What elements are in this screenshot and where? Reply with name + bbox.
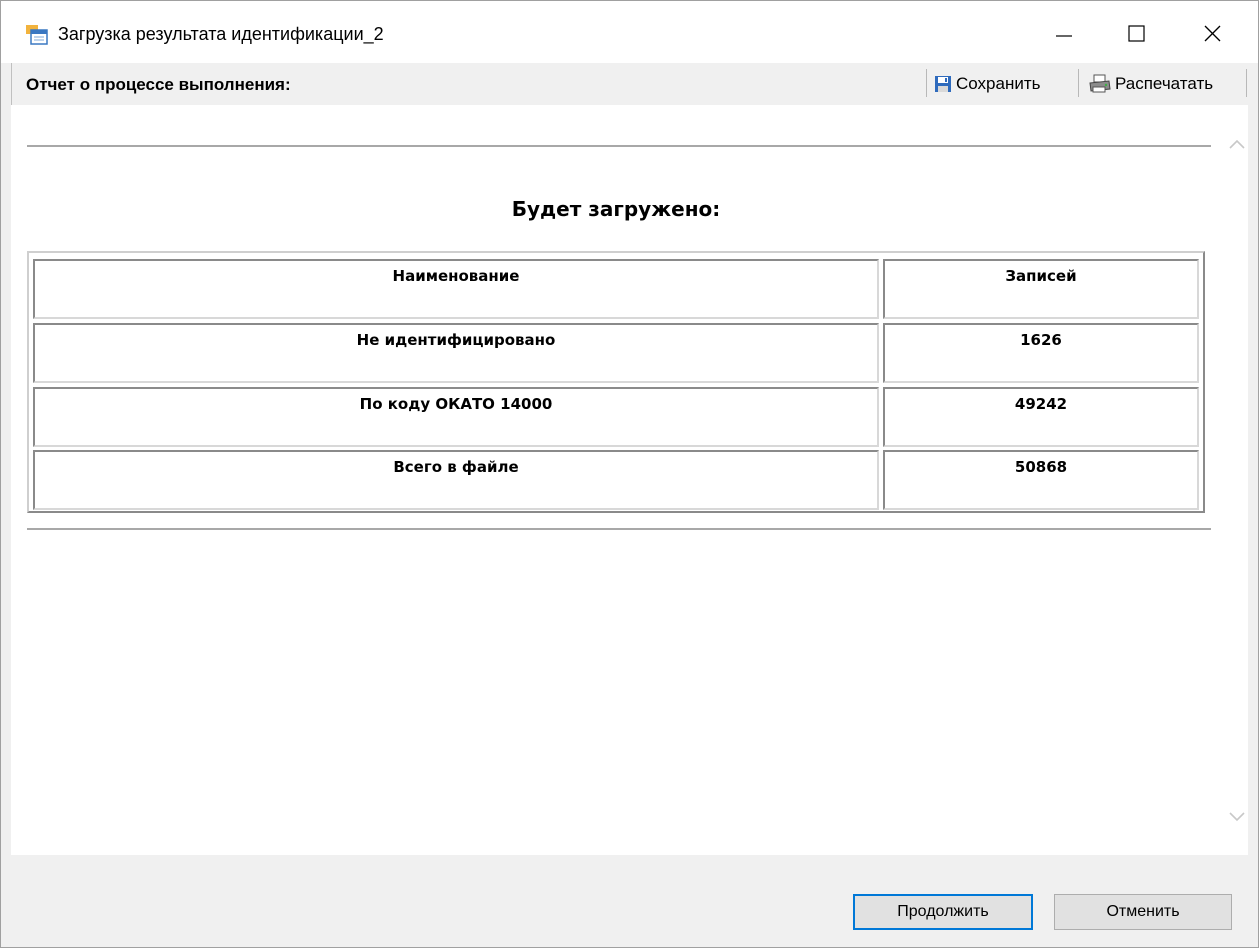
toolbar-separator: [1078, 69, 1079, 97]
row-count: 1626: [883, 323, 1199, 383]
toolbar-label: Отчет о процессе выполнения:: [26, 75, 291, 94]
toolbar-separator: [1246, 69, 1247, 97]
chevron-up-icon: [1229, 139, 1245, 149]
window-title: Загрузка результата идентификации_2: [58, 24, 384, 44]
print-button[interactable]: Распечатать: [1089, 71, 1213, 97]
scroll-down-button[interactable]: [1226, 806, 1248, 828]
divider: [27, 528, 1211, 530]
maximize-button[interactable]: [1107, 11, 1167, 55]
print-label: Распечатать: [1115, 74, 1214, 93]
cancel-button[interactable]: Отменить: [1054, 894, 1232, 930]
dialog-window: Загрузка результата идентификации_2 Отче…: [0, 0, 1259, 948]
row-name: Всего в файле: [33, 450, 879, 510]
row-count: 49242: [883, 387, 1199, 447]
floppy-disk-icon: [935, 76, 951, 92]
toolbar-separator: [926, 69, 927, 97]
report-window-icon: [26, 25, 48, 45]
save-label: Сохранить: [956, 74, 1041, 93]
save-button[interactable]: Сохранить: [934, 71, 1040, 97]
divider: [27, 145, 1211, 147]
printer-icon: [1089, 74, 1111, 93]
report-title: Будет загружено:: [511, 197, 721, 221]
title-bar[interactable]: Загрузка результата идентификации_2: [1, 1, 1258, 63]
column-header-name: Наименование: [33, 259, 879, 319]
maximize-icon: [1128, 25, 1145, 42]
row-name: По коду ОКАТО 14000: [33, 387, 879, 447]
close-icon: [1204, 25, 1221, 42]
minimize-icon: [1056, 35, 1072, 37]
close-button[interactable]: [1183, 11, 1243, 55]
continue-button[interactable]: Продолжить: [853, 894, 1033, 930]
row-count: 50868: [883, 450, 1199, 510]
row-name: Не идентифицировано: [33, 323, 879, 383]
minimize-button[interactable]: [1037, 11, 1097, 55]
report-toolbar: Отчет о процессе выполнения: Сохранить Р…: [11, 63, 1248, 105]
chevron-down-icon: [1229, 812, 1245, 822]
report-content[interactable]: Будет загружено: Наименование Записей Не…: [11, 105, 1248, 855]
scroll-up-button[interactable]: [1226, 133, 1248, 155]
column-header-count: Записей: [883, 259, 1199, 319]
summary-table: Наименование Записей Не идентифицировано…: [27, 251, 1205, 513]
